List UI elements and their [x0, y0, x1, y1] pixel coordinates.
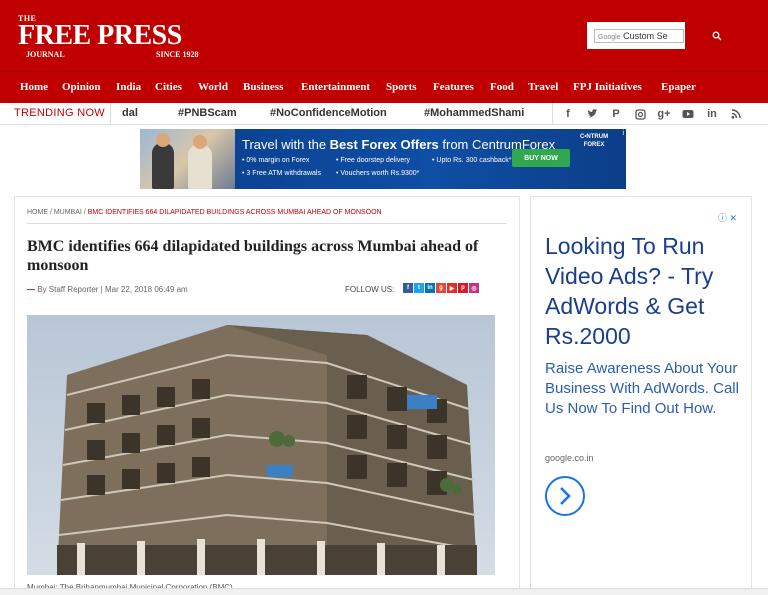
pinterest-icon[interactable]: P — [608, 106, 624, 122]
ad-point: • Upto Rs. 300 cashback* — [432, 157, 512, 164]
nav-cities[interactable]: Cities — [155, 81, 182, 93]
breadcrumb: HOME / MUMBAI / BMC IDENTIFIES 664 DILAP… — [27, 209, 382, 216]
ad-description: Raise Awareness About Your Business With… — [545, 360, 739, 417]
ad-title-bold: Best Forex Offers — [329, 137, 439, 152]
search-box: Google Custom Se — [586, 21, 749, 50]
trending-bar: TRENDING NOW dal #PNBScam #NoConfidenceM… — [0, 103, 768, 125]
ad-point: • Free doorstep delivery — [336, 157, 411, 164]
byline-dash: — — [27, 285, 35, 294]
centrum-forex-logo: C•NTRUM FOREX — [580, 133, 608, 149]
divider — [552, 103, 553, 125]
breadcrumb-home[interactable]: HOME — [27, 209, 48, 216]
follow-icons: f t in g ▶ p ◎ — [403, 283, 479, 293]
nav-food[interactable]: Food — [490, 81, 514, 93]
byline-author[interactable]: By Staff Reporter — [37, 285, 98, 294]
trending-item[interactable]: #PNBScam — [178, 107, 237, 119]
search-placeholder: Custom Se — [623, 31, 668, 41]
breadcrumb-section[interactable]: MUMBAI — [54, 209, 82, 216]
search-input[interactable]: Google Custom Se — [594, 29, 684, 43]
search-google-label: Google — [598, 34, 621, 41]
twitter-icon[interactable] — [584, 106, 600, 122]
byline-date: Mar 22, 2018 06:49 am — [104, 285, 188, 294]
ad-person — [188, 135, 212, 189]
forex-banner-ad[interactable]: Travel with the Best Forex Offers from C… — [140, 129, 626, 189]
site-header: THE FREE PRESS JOURNAL SINCE 1928 Google… — [0, 0, 768, 71]
nav-fpj-initiatives[interactable]: FPJ Initiatives — [573, 81, 642, 93]
youtube-icon[interactable] — [680, 106, 696, 122]
ad-headline[interactable]: Looking To Run Video Ads? - Try AdWords … — [545, 231, 745, 351]
building-photo — [27, 315, 495, 575]
linkedin-icon[interactable]: in — [425, 283, 435, 293]
article-container: HOME / MUMBAI / BMC IDENTIFIES 664 DILAP… — [14, 196, 520, 595]
instagram-icon[interactable] — [632, 106, 648, 122]
youtube-icon[interactable]: ▶ — [447, 283, 457, 293]
facebook-icon[interactable]: f — [560, 106, 576, 122]
google-side-ad[interactable]: ⓘ ✕ Looking To Run Video Ads? - Try AdWo… — [530, 196, 752, 595]
nav-sports[interactable]: Sports — [386, 81, 417, 93]
brand-line2: FOREX — [583, 142, 605, 148]
divider — [27, 223, 507, 224]
logo-journal: JOURNAL — [26, 50, 65, 59]
buy-now-button[interactable]: BUY NOW — [512, 149, 570, 167]
divider — [110, 103, 111, 125]
google-plus-icon[interactable]: g+ — [656, 106, 672, 122]
ad-title: Travel with the Best Forex Offers from C… — [242, 137, 555, 152]
main-nav: Home Opinion India Cities World Business… — [0, 71, 768, 103]
nav-travel[interactable]: Travel — [528, 81, 558, 93]
ad-info-icon[interactable]: i — [622, 130, 624, 137]
google-plus-icon[interactable]: g — [436, 283, 446, 293]
nav-entertainment[interactable]: Entertainment — [301, 81, 370, 93]
article-headline: BMC identifies 664 dilapidated buildings… — [27, 238, 479, 274]
horizontal-scrollbar[interactable] — [0, 588, 768, 595]
nav-home[interactable]: Home — [20, 81, 48, 93]
nav-india[interactable]: India — [116, 81, 141, 93]
ad-arrow-button[interactable] — [545, 476, 585, 516]
search-button[interactable] — [685, 22, 749, 49]
nav-opinion[interactable]: Opinion — [62, 81, 101, 93]
breadcrumb-current: BMC IDENTIFIES 664 DILAPIDATED BUILDINGS… — [87, 209, 382, 216]
nav-epaper[interactable]: Epaper — [661, 81, 696, 93]
trending-item[interactable]: #NoConfidenceMotion — [270, 107, 387, 119]
ad-point: • Vouchers worth Rs.9300* — [336, 170, 420, 177]
twitter-icon[interactable]: t — [414, 283, 424, 293]
trending-item[interactable]: #MohammedShami — [424, 107, 524, 119]
linkedin-icon[interactable]: in — [704, 106, 720, 122]
follow-us-label: FOLLOW US: — [345, 285, 395, 294]
nav-world[interactable]: World — [198, 81, 228, 93]
byline: — By Staff Reporter | Mar 22, 2018 06:49… — [27, 285, 188, 294]
facebook-icon[interactable]: f — [403, 283, 413, 293]
search-icon — [712, 31, 722, 40]
rss-icon[interactable] — [728, 106, 744, 122]
pinterest-icon[interactable]: p — [458, 283, 468, 293]
nav-business[interactable]: Business — [243, 81, 283, 93]
ad-person — [152, 133, 174, 189]
logo-main: FREE PRESS — [18, 20, 182, 51]
ad-point: • 0% margin on Forex — [242, 157, 310, 164]
ad-photo — [140, 129, 235, 189]
trending-label: TRENDING NOW — [14, 107, 105, 119]
trending-item[interactable]: dal — [122, 107, 138, 119]
article-image — [27, 315, 495, 575]
logo-since: SINCE 1928 — [156, 50, 199, 59]
ad-domain: google.co.in — [545, 453, 594, 463]
chevron-right-icon — [560, 487, 571, 505]
adchoices-icon[interactable]: ⓘ ✕ — [718, 211, 737, 224]
ad-point: • 3 Free ATM withdrawals — [242, 170, 321, 177]
instagram-icon[interactable]: ◎ — [469, 283, 479, 293]
nav-features[interactable]: Features — [433, 81, 474, 93]
ad-title-pre: Travel with the — [242, 137, 330, 152]
brand-line1: C•NTRUM — [580, 134, 609, 140]
